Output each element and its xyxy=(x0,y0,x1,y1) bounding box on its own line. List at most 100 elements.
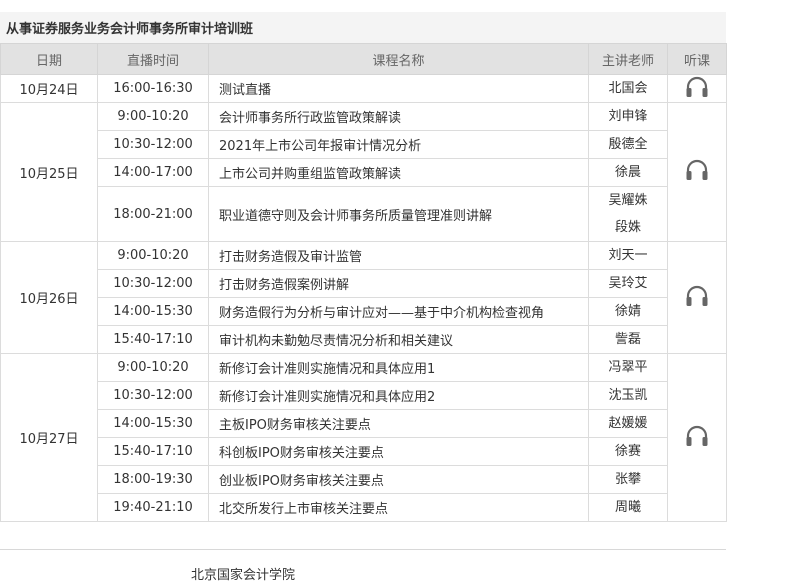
teacher-name: 沈玉凯 xyxy=(608,388,648,403)
time-cell: 9:00-10:20 xyxy=(97,102,209,131)
teacher-cell: 殷德全 xyxy=(588,130,668,159)
header-date: 日期 xyxy=(0,43,98,75)
time-cell: 9:00-10:20 xyxy=(97,353,209,382)
header-teacher: 主讲老师 xyxy=(588,43,668,75)
table-row: 10月25日 9:00-10:20 会计师事务所行政监管政策解读 刘申锋 xyxy=(0,102,727,242)
listen-cell xyxy=(667,74,727,103)
teacher-name: 殷德全 xyxy=(608,137,648,152)
time-cell: 14:00-17:00 xyxy=(97,158,209,187)
course-cell: 创业板IPO财务审核关注要点 xyxy=(208,465,589,494)
footer-text: 北京国家会计学院 xyxy=(191,568,296,583)
headphones-icon[interactable] xyxy=(684,425,710,451)
time-cell: 9:00-10:20 xyxy=(97,241,209,270)
listen-cell xyxy=(667,241,727,354)
teacher-name: 徐婧 xyxy=(614,304,641,319)
course-cell: 打击财务造假案例讲解 xyxy=(208,269,589,298)
teacher-name: 赵媛媛 xyxy=(608,416,648,431)
table-row: 15:40-17:10 科创板IPO财务审核关注要点 徐赛 xyxy=(1,437,727,466)
time-cell: 14:00-15:30 xyxy=(97,297,209,326)
teacher-cell: 刘申锋 xyxy=(588,102,668,131)
date-cell: 10月27日 xyxy=(0,353,98,522)
course-cell: 会计师事务所行政监管政策解读 xyxy=(208,102,589,131)
teacher-name: 吴玲艾 xyxy=(608,276,648,291)
teacher-name: 徐晨 xyxy=(614,165,641,180)
footer-divider xyxy=(0,549,726,550)
course-cell: 新修订会计准则实施情况和具体应用2 xyxy=(208,381,589,410)
date-cell: 10月25日 xyxy=(0,102,98,242)
time-cell: 18:00-19:30 xyxy=(97,465,209,494)
listen-cell xyxy=(667,353,727,522)
course-cell: 北交所发行上市审核关注要点 xyxy=(208,493,589,522)
teacher-name: 周曦 xyxy=(614,500,641,515)
teacher-name: 徐赛 xyxy=(614,444,641,459)
teacher-cell: 赵媛媛 xyxy=(588,409,668,438)
course-cell: 2021年上市公司年报审计情况分析 xyxy=(208,130,589,159)
date-cell: 10月26日 xyxy=(0,241,98,354)
header-listen: 听课 xyxy=(667,43,727,75)
teacher-name: 段姝 xyxy=(614,220,641,235)
course-cell: 财务造假行为分析与审计应对——基于中介机构检查视角 xyxy=(208,297,589,326)
time-cell: 10:30-12:00 xyxy=(97,381,209,410)
table-row: 10月26日 9:00-10:20 打击财务造假及审计监管 刘天一 xyxy=(0,241,727,354)
teacher-cell: 徐婧 xyxy=(588,297,668,326)
date-cell: 10月24日 xyxy=(0,74,98,103)
table-row: 14:00-17:00 上市公司并购重组监管政策解读 徐晨 xyxy=(1,158,727,187)
course-cell: 新修订会计准则实施情况和具体应用1 xyxy=(208,353,589,382)
course-cell: 科创板IPO财务审核关注要点 xyxy=(208,437,589,466)
course-cell: 职业道德守则及会计师事务所质量管理准则讲解 xyxy=(208,186,589,242)
table-row: 10:30-12:00 打击财务造假案例讲解 吴玲艾 xyxy=(1,269,727,298)
table-header-row: 日期 直播时间 课程名称 主讲老师 听课 xyxy=(0,43,727,75)
headphones-icon[interactable] xyxy=(684,159,710,185)
schedule-table: 日期 直播时间 课程名称 主讲老师 听课 10月24日 16:00-16:30 测试… xyxy=(0,43,727,522)
teacher-name: 訾磊 xyxy=(614,332,641,347)
table-row: 18:00-19:30 创业板IPO财务审核关注要点 张攀 xyxy=(1,465,727,494)
table-row: 10月27日 9:00-10:20 新修订会计准则实施情况和具体应用1 冯翠平 xyxy=(0,353,727,522)
headphones-icon[interactable] xyxy=(684,285,710,311)
time-cell: 15:40-17:10 xyxy=(97,325,209,354)
teacher-cell: 北国会 xyxy=(588,74,668,103)
time-cell: 10:30-12:00 xyxy=(97,269,209,298)
time-cell: 16:00-16:30 xyxy=(97,74,209,103)
table-row: 18:00-21:00 职业道德守则及会计师事务所质量管理准则讲解 吴耀姝 段姝 xyxy=(1,186,727,242)
time-cell: 10:30-12:00 xyxy=(97,130,209,159)
teacher-name: 刘申锋 xyxy=(608,109,648,124)
training-panel: 从事证券服务业务会计师事务所审计培训班 日期 直播时间 课程名称 主讲老师 听课… xyxy=(0,12,727,522)
teacher-cell: 沈玉凯 xyxy=(588,381,668,410)
teacher-cell: 张攀 xyxy=(588,465,668,494)
teacher-cell: 徐赛 xyxy=(588,437,668,466)
time-cell: 18:00-21:00 xyxy=(97,186,209,242)
table-row: 15:40-17:10 审计机构未勤勉尽责情况分析和相关建议 訾磊 xyxy=(1,325,727,354)
table-row: 10:30-12:00 2021年上市公司年报审计情况分析 殷德全 xyxy=(1,130,727,159)
panel-title: 从事证券服务业务会计师事务所审计培训班 xyxy=(0,12,726,43)
table-row: 10:30-12:00 新修订会计准则实施情况和具体应用2 沈玉凯 xyxy=(1,381,727,410)
teacher-cell: 冯翠平 xyxy=(588,353,668,382)
teacher-cell: 吴耀姝 段姝 xyxy=(588,186,668,242)
header-course: 课程名称 xyxy=(208,43,589,75)
course-cell: 上市公司并购重组监管政策解读 xyxy=(208,158,589,187)
teacher-cell: 周曦 xyxy=(588,493,668,522)
teacher-name: 刘天一 xyxy=(608,248,648,263)
table-row: 14:00-15:30 主板IPO财务审核关注要点 赵媛媛 xyxy=(1,409,727,438)
time-cell: 15:40-17:10 xyxy=(97,437,209,466)
time-cell: 19:40-21:10 xyxy=(97,493,209,522)
teacher-name: 北国会 xyxy=(608,81,648,96)
teacher-cell: 訾磊 xyxy=(588,325,668,354)
table-row: 19:40-21:10 北交所发行上市审核关注要点 周曦 xyxy=(1,493,727,522)
headphones-icon[interactable] xyxy=(684,76,710,102)
teacher-name: 张攀 xyxy=(614,472,641,487)
course-cell: 主板IPO财务审核关注要点 xyxy=(208,409,589,438)
course-cell: 打击财务造假及审计监管 xyxy=(208,241,589,270)
teacher-name: 冯翠平 xyxy=(608,360,648,375)
schedule-body: 10月24日 16:00-16:30 测试直播 北国会 10月25日 9:00-10:20… xyxy=(0,74,727,522)
time-cell: 14:00-15:30 xyxy=(97,409,209,438)
teacher-cell: 徐晨 xyxy=(588,158,668,187)
header-time: 直播时间 xyxy=(97,43,209,75)
teacher-cell: 吴玲艾 xyxy=(588,269,668,298)
course-cell: 审计机构未勤勉尽责情况分析和相关建议 xyxy=(208,325,589,354)
table-row: 10月24日 16:00-16:30 测试直播 北国会 xyxy=(0,74,727,103)
course-cell: 测试直播 xyxy=(208,74,589,103)
teacher-name: 吴耀姝 xyxy=(608,193,648,208)
table-row: 14:00-15:30 财务造假行为分析与审计应对——基于中介机构检查视角 徐婧 xyxy=(1,297,727,326)
teacher-cell: 刘天一 xyxy=(588,241,668,270)
listen-cell xyxy=(667,102,727,242)
